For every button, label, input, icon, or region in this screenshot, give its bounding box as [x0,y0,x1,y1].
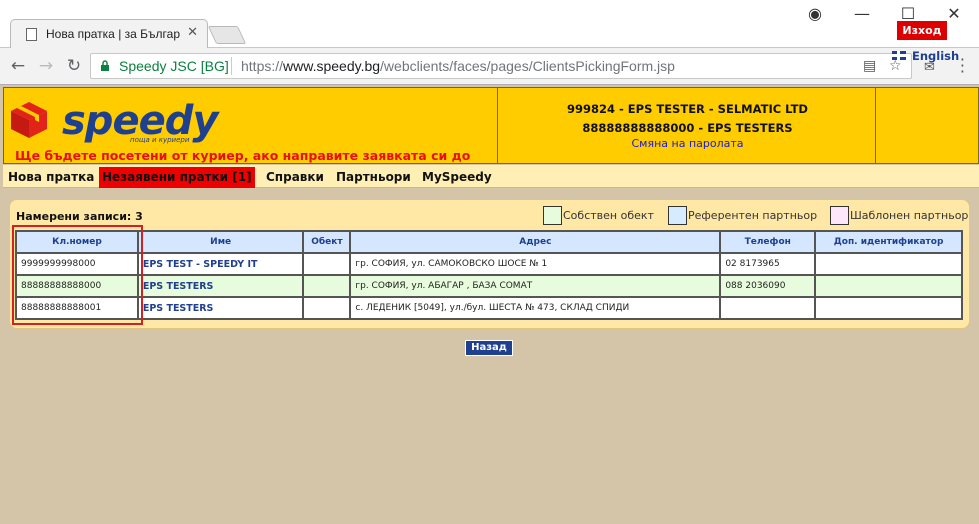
back-arrow-icon[interactable]: ← [8,56,28,76]
column-header-address[interactable]: Адрес [349,230,722,254]
cell-name-link[interactable]: EPS TESTERS [136,274,305,298]
account-client-line: 999824 - EPS TESTER - SELMATIC LTD [567,102,808,116]
language-label: English [912,49,960,63]
cell-object [302,274,352,298]
cell-object [302,296,352,320]
table-row[interactable]: 88888888888000 EPS TESTERS гр. СОФИЯ, ул… [15,274,963,298]
legend-swatch [830,206,849,225]
cell-object [302,252,352,276]
legend-label: Референтен партньор [688,209,818,222]
reload-icon[interactable]: ↻ [64,56,84,76]
browser-menu-icon[interactable]: · · · [960,52,965,80]
profile-icon[interactable]: ◉ [805,4,825,23]
tab-close-icon[interactable]: ✕ [187,25,198,40]
browser-tab[interactable]: Нова пратка | за Българ ✕ [10,19,208,48]
cell-extra-id [814,274,963,298]
logo-tagline: поща и куриери [130,136,190,144]
tab-title: Нова пратка | за Българ [46,27,180,41]
minimize-icon[interactable]: — [852,4,872,23]
account-info: 999824 - EPS TESTER - SELMATIC LTD 88888… [499,88,876,163]
client-no-column-highlight [12,225,143,325]
url-text[interactable]: https://www.speedy.bg/webclients/faces/p… [241,58,675,74]
browser-toolbar: ← → ↻ Speedy JSC [BG] https://www.speedy… [0,48,979,85]
table-row[interactable]: 9999999998000 EPS TEST - SPEEDY IT гр. С… [15,252,963,276]
cell-extra-id [814,296,963,320]
page-header: speedy поща и куриери Ще бъдете посетени… [3,87,979,164]
cell-address: гр. СОФИЯ, ул. САМОКОВСКО ШОСЕ № 1 [349,252,722,276]
column-header-extra-id[interactable]: Доп. идентификатор [814,230,963,254]
url-path: /webclients/faces/pages/ClientsPickingFo… [380,58,675,74]
cell-phone: 02 8173965 [719,252,817,276]
legend-label: Шаблонен партньор [850,209,969,222]
forward-arrow-icon[interactable]: → [36,56,56,76]
new-tab-button[interactable] [207,26,247,44]
address-bar[interactable]: Speedy JSC [BG] https://www.speedy.bg/we… [90,53,912,79]
logout-button[interactable]: Изход [896,20,948,41]
column-header-name[interactable]: Име [136,230,305,254]
menu-myspeedy[interactable]: MySpeedy [419,167,495,188]
legend-own-object: Собствен обект [543,206,654,225]
change-password-link[interactable]: Смяна на паролата [499,137,876,150]
menu-unrequested-shipments[interactable]: Незаявени пратки [1] [99,167,255,188]
back-button[interactable]: Назад [465,340,513,356]
cell-phone: 088 2036090 [719,274,817,298]
cell-name-link[interactable]: EPS TESTERS [136,296,305,320]
courier-notice: Ще бъдете посетени от куриер, ако направ… [15,148,471,163]
column-header-object[interactable]: Обект [302,230,352,254]
results-table: Кл.номер Име Обект Адрес Телефон Доп. ид… [15,230,963,320]
legend-template-partner: Шаблонен партньор [830,206,968,225]
menu-reports[interactable]: Справки [263,167,327,188]
address-separator [231,57,232,75]
url-host: www.speedy.bg [283,58,381,74]
column-header-phone[interactable]: Телефон [719,230,817,254]
records-found-label: Намерени записи: 3 [16,210,143,223]
lock-icon [101,60,109,71]
main-menu: Нова пратка Незаявени пратки [1] Справки… [3,165,979,188]
cell-phone [719,296,817,320]
table-row[interactable]: 88888888888001 EPS TESTERS с. ЛЕДЕНИК [5… [15,296,963,320]
logo-cell: speedy поща и куриери Ще бъдете посетени… [4,88,498,163]
site-identity: Speedy JSC [BG] [119,58,229,74]
cell-extra-id [814,252,963,276]
browser-titlebar: Нова пратка | за Българ ✕ ◉ — ☐ ✕ [0,0,979,48]
language-switch[interactable]: English [892,49,959,63]
legend-swatch [668,206,687,225]
cell-name-link[interactable]: EPS TEST - SPEEDY IT [136,252,305,276]
cell-address: с. ЛЕДЕНИК [5049], ул./бул. ШЕСТА № 473,… [349,296,722,320]
uk-flag-icon [892,51,906,60]
translate-icon[interactable]: ▤ [863,58,876,74]
menu-new-shipment[interactable]: Нова пратка [5,167,97,188]
page-icon [26,28,37,41]
table-header-row: Кл.номер Име Обект Адрес Телефон Доп. ид… [15,230,963,254]
url-scheme: https:// [241,58,284,74]
speedy-box-logo-icon [11,102,47,138]
legend-label: Собствен обект [563,209,654,222]
legend-swatch [543,206,562,225]
cell-address: гр. СОФИЯ, ул. АБАГАР , БАЗА СОМАТ [349,274,722,298]
legend-reference-partner: Референтен партньор [668,206,817,225]
account-user-line: 88888888888000 - EPS TESTERS [582,121,793,135]
menu-partners[interactable]: Партньори [333,167,414,188]
